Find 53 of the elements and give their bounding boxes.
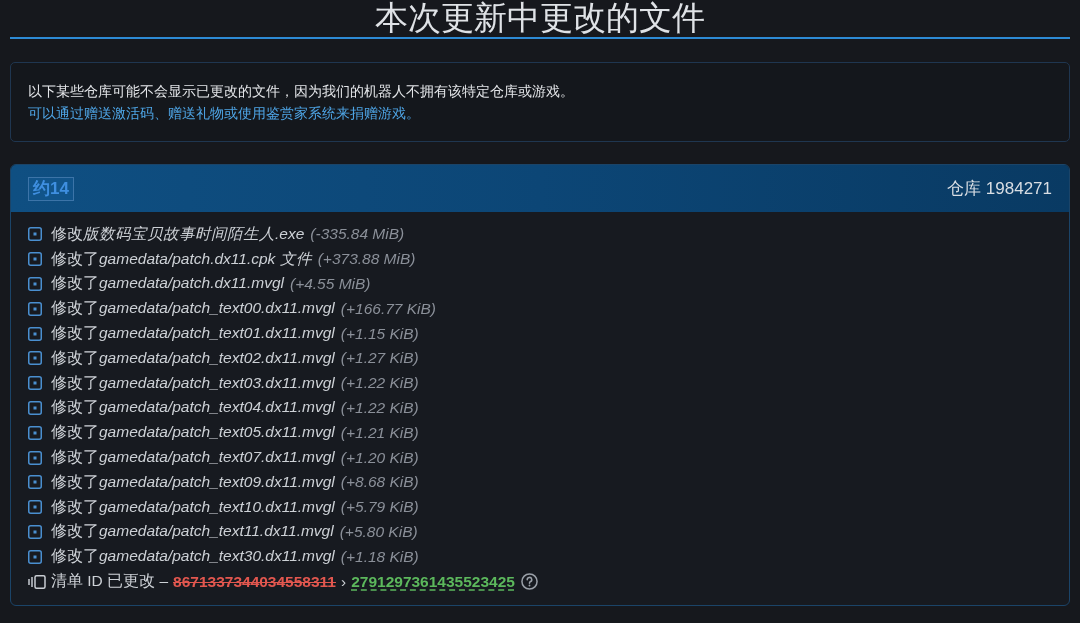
dotted-square-icon [28, 475, 42, 490]
dotted-square-icon [28, 500, 42, 515]
dotted-square-icon [28, 326, 42, 341]
file-size: (+5.79 KiB) [340, 498, 419, 517]
depot-count-badge: 约14 [28, 176, 74, 201]
file-name: 修改了gamedata/patch_text09.dx11.mvgl [51, 471, 335, 492]
file-size: (+1.22 KiB) [340, 374, 419, 393]
dotted-square-icon [28, 549, 42, 564]
dotted-square-icon [28, 425, 42, 440]
file-name: 修改了gamedata/patch_text03.dx11.mvgl [51, 372, 335, 393]
file-name: 修改了gamedata/patch_text05.dx11.mvgl [51, 422, 335, 443]
file-name: 修改了gamedata/patch_text07.dx11.mvgl [51, 447, 335, 468]
file-size: (+8.68 KiB) [340, 473, 419, 492]
file-name: 修改了gamedata/patch_text11.dx11.mvgl [51, 521, 334, 542]
file-size: (+5.80 KiB) [339, 522, 418, 541]
file-name: 修改了gamedata/patch_text04.dx11.mvgl [51, 397, 335, 418]
file-name: 修改版数码宝贝故事时间陌生人.exe [51, 223, 305, 244]
file-name: 修改了gamedata/patch_text10.dx11.mvgl [51, 496, 335, 517]
donate-link[interactable]: 可以通过赠送激活码、赠送礼物或使用鉴赏家系统来捐赠游戏。 [28, 105, 420, 121]
file-name: 修改了gamedata/patch_text02.dx11.mvgl [51, 347, 335, 368]
old-manifest-id: 8671337344034558311 [173, 572, 336, 591]
notice-text: 以下某些仓库可能不会显示已更改的文件，因为我们的机器人不拥有该特定仓库或游戏。 [28, 82, 575, 101]
file-size: (+1.15 KiB) [340, 324, 419, 343]
dotted-square-icon [28, 524, 42, 539]
file-size: (+166.77 KiB) [340, 299, 437, 318]
file-size: (+1.21 KiB) [340, 423, 419, 442]
stacked-cards-icon [28, 574, 46, 589]
file-size: (+1.18 KiB) [340, 547, 419, 566]
file-name: 修改了gamedata/patch.dx11.cpk 文件 [51, 248, 312, 269]
help-icon[interactable] [520, 573, 538, 591]
depot-label: 仓库 1984271 [947, 178, 1052, 200]
file-size: (+1.27 KiB) [340, 349, 419, 368]
file-name: 修改了gamedata/patch.dx11.mvgl [51, 273, 284, 294]
file-name: 修改了gamedata/patch_text00.dx11.mvgl [51, 298, 335, 319]
dotted-square-icon [28, 227, 42, 242]
file-size: (+1.20 KiB) [340, 448, 419, 467]
dotted-square-icon [28, 450, 42, 465]
file-size: (-335.84 MiB) [310, 225, 405, 244]
separator: › [341, 572, 347, 591]
dotted-square-icon [28, 252, 42, 267]
page-title: 本次更新中更改的文件 [10, 0, 1070, 39]
dotted-square-icon [28, 277, 42, 291]
file-size: (+1.22 KiB) [340, 398, 419, 417]
file-name: 修改了gamedata/patch_text01.dx11.mvgl [51, 323, 335, 344]
dotted-square-icon [28, 400, 42, 415]
new-manifest-id-link[interactable]: 2791297361435523425 [351, 572, 515, 591]
manifest-label: 清单 ID 已更改 – [51, 571, 169, 592]
file-size: (+4.55 MiB) [289, 275, 371, 293]
dotted-square-icon [28, 301, 42, 316]
dotted-square-icon [28, 376, 42, 391]
dotted-square-icon [28, 351, 42, 366]
file-name: 修改了gamedata/patch_text30.dx11.mvgl [51, 546, 335, 567]
file-size: (+373.88 MiB) [317, 250, 416, 269]
